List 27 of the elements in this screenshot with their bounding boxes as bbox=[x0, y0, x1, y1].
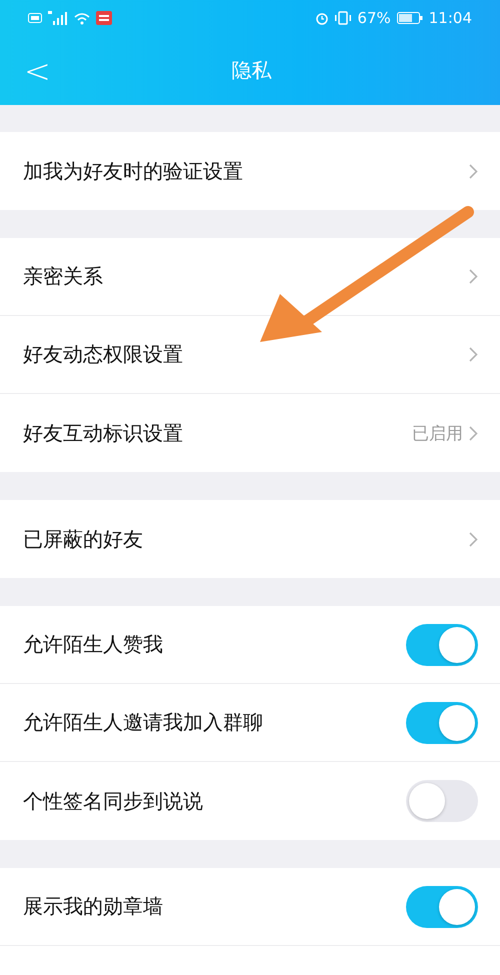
battery-icon bbox=[396, 12, 423, 24]
setting-label: 允许陌生人赞我 bbox=[23, 631, 163, 658]
hd-icon bbox=[28, 13, 42, 23]
status-value: 已启用 bbox=[412, 422, 463, 444]
app-notification-icon bbox=[96, 11, 112, 25]
chevron-right-icon bbox=[469, 269, 478, 284]
signal-icon bbox=[48, 11, 68, 25]
settings-row[interactable]: 好友互动标识设置 已启用 bbox=[0, 394, 500, 472]
toggle-switch[interactable] bbox=[406, 702, 478, 744]
setting-label: 个性签名同步到说说 bbox=[23, 788, 203, 814]
vibrate-icon bbox=[335, 11, 352, 25]
settings-row[interactable]: 加我为好友时的验证设置 bbox=[0, 132, 500, 210]
chevron-right-icon bbox=[469, 347, 478, 362]
settings-row[interactable]: 已屏蔽的好友 bbox=[0, 500, 500, 578]
toggle-switch[interactable] bbox=[406, 624, 478, 666]
chevron-right-icon bbox=[469, 164, 478, 178]
setting-label: 展示我的勋章墙 bbox=[23, 893, 163, 920]
page-title: 隐私 bbox=[231, 57, 272, 84]
chevron-right-icon bbox=[469, 426, 478, 440]
toggle-switch[interactable] bbox=[406, 886, 478, 928]
toggle-switch[interactable] bbox=[406, 780, 478, 822]
setting-label: 允许陌生人邀请我加入群聊 bbox=[23, 709, 263, 736]
alarm-icon bbox=[315, 11, 330, 25]
wifi-icon bbox=[74, 12, 90, 24]
chevron-right-icon bbox=[469, 532, 478, 546]
battery-percent: 67% bbox=[357, 9, 391, 27]
status-time: 11:04 bbox=[428, 9, 472, 27]
